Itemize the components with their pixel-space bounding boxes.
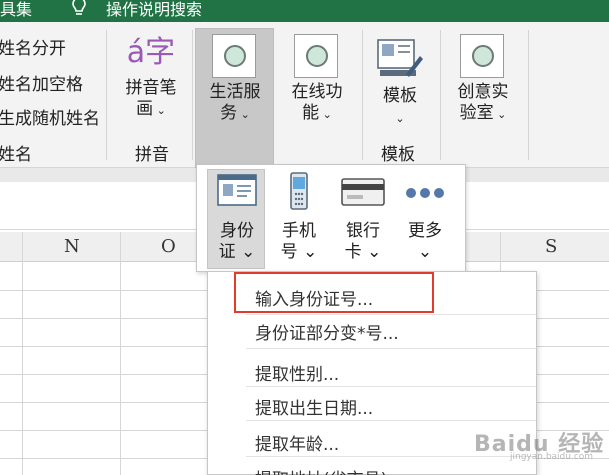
menu-divider: [246, 314, 536, 315]
life-services-button[interactable]: 生活服 务 ⌄: [198, 82, 272, 125]
id-card-button[interactable]: 身份 证 ⌄: [209, 171, 265, 263]
watermark: Baidu 经验 jingyan.baidu.com: [474, 420, 604, 470]
phone-number-button[interactable]: 手机 号 ⌄: [273, 171, 325, 263]
ribbon: 姓名分开 姓名加空格 生成随机姓名 姓名 á字 拼音笔 画 ⌄ 拼音 生活服 务…: [0, 22, 609, 168]
menu-divider: [246, 386, 536, 387]
menu-item-extract-birthdate[interactable]: 提取出生日期...: [255, 394, 373, 419]
grid-column-line: [120, 232, 121, 475]
life-services-label-1: 生活服: [209, 82, 261, 102]
creative-label-2: 验室 ⌄: [459, 103, 507, 123]
split-name-button[interactable]: 姓名分开: [0, 34, 66, 59]
column-header-s[interactable]: S: [545, 236, 557, 257]
id-card-label-2: 证 ⌄: [218, 242, 256, 262]
grid-column-line: [22, 232, 23, 475]
toolbar-text: 具集: [0, 0, 33, 19]
online-features-icon: [294, 34, 338, 78]
chevron-down-icon: ⌄: [417, 242, 433, 262]
menu-item-extract-age[interactable]: 提取年龄...: [255, 430, 339, 455]
group-separator: [528, 30, 529, 160]
template-icon: [377, 39, 423, 77]
chevron-down-icon: ⌄: [237, 108, 250, 121]
phone-label-1: 手机: [282, 221, 316, 241]
creative-lab-button[interactable]: 创意实 验室 ⌄: [446, 82, 520, 125]
menu-item-extract-address[interactable]: 提取地址(省市县): [255, 465, 387, 475]
bank-card-button[interactable]: 银行 卡 ⌄: [335, 171, 391, 263]
menu-divider: [246, 348, 536, 349]
chevron-down-icon: ⌄: [297, 242, 318, 262]
group-separator: [362, 30, 363, 160]
chevron-down-icon: ⌄: [153, 104, 166, 117]
lightbulb-icon[interactable]: [70, 0, 88, 16]
title-bar: 具集 操作说明搜索: [0, 0, 609, 22]
watermark-url: jingyan.baidu.com: [510, 452, 594, 462]
phone-label-2: 号 ⌄: [280, 242, 318, 262]
online-label-2: 能 ⌄: [302, 103, 332, 123]
bank-label-1: 银行: [346, 221, 380, 241]
chevron-down-icon: ⌄: [493, 108, 507, 121]
random-name-button[interactable]: 生成随机姓名: [0, 104, 100, 129]
more-dots-icon: [406, 188, 444, 198]
group-label-template: 模板: [381, 145, 415, 165]
life-services-icon: [212, 34, 256, 78]
pinyin-button[interactable]: á字 拼音笔 画 ⌄: [116, 36, 186, 121]
chevron-down-icon: ⌄: [235, 242, 256, 262]
id-card-label-1: 身份: [220, 221, 254, 241]
life-services-label-2: 务 ⌄: [220, 103, 250, 123]
online-label-1: 在线功: [291, 82, 343, 102]
more-label: 更多: [408, 221, 442, 241]
chevron-down-icon: ⌄: [361, 242, 382, 262]
creative-lab-icon: [460, 34, 504, 78]
pinyin-label-2: 画 ⌄: [136, 99, 166, 119]
creative-label-1: 创意实: [457, 82, 509, 102]
group-separator: [192, 30, 193, 160]
bank-label-2: 卡 ⌄: [344, 242, 382, 262]
more-button[interactable]: 更多 ⌄: [397, 171, 453, 263]
chevron-down-icon: ⌄: [319, 108, 332, 121]
online-features-button[interactable]: 在线功 能 ⌄: [280, 82, 354, 125]
menu-item-extract-gender[interactable]: 提取性别...: [255, 360, 339, 385]
highlight-box: [234, 272, 434, 313]
group-label-name: 姓名: [0, 145, 32, 165]
mobile-phone-icon: [290, 172, 308, 210]
group-separator: [106, 30, 107, 160]
template-button[interactable]: 模板 ⌄: [372, 86, 428, 129]
tell-me-search[interactable]: 操作说明搜索: [106, 0, 202, 20]
group-separator: [440, 30, 441, 160]
pinyin-label-1: 拼音笔: [125, 78, 177, 98]
bank-card-icon: [341, 178, 385, 206]
pinyin-icon: á字: [126, 35, 176, 70]
template-label: 模板: [383, 86, 417, 106]
menu-item-mask-id[interactable]: 身份证部分变*号...: [255, 319, 399, 344]
column-header-n[interactable]: N: [64, 236, 80, 257]
group-label-pinyin: 拼音: [135, 145, 169, 165]
name-add-space-button[interactable]: 姓名加空格: [0, 70, 83, 95]
chevron-down-icon: ⌄: [395, 112, 405, 125]
column-header-o[interactable]: O: [161, 236, 176, 257]
life-services-dropdown: 身份 证 ⌄ 手机 号 ⌄ 银行 卡 ⌄ 更多 ⌄: [196, 164, 466, 272]
id-card-icon: [217, 174, 257, 206]
